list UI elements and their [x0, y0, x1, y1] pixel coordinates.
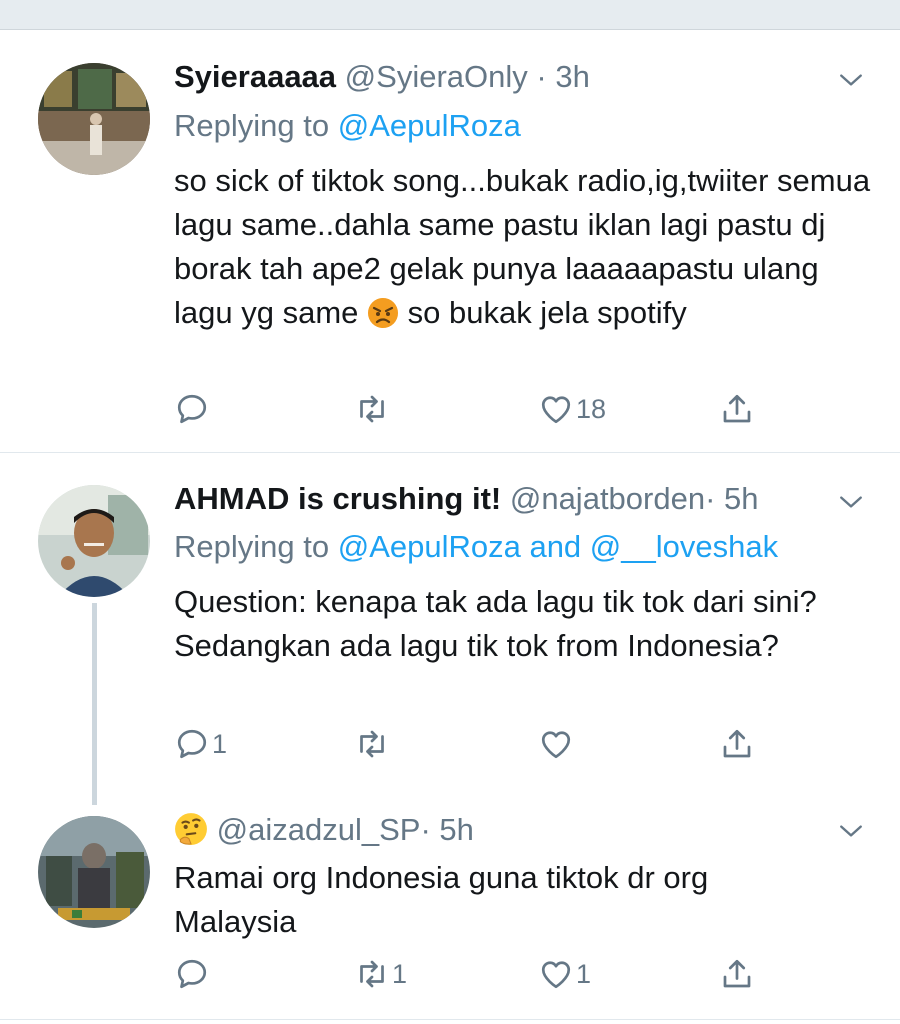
- tweet-text-part: so bukak jela spotify: [399, 295, 687, 330]
- chevron-down-icon[interactable]: [838, 67, 864, 93]
- reply-icon: [177, 959, 207, 989]
- replying-to-mentions[interactable]: @AepulRoza and @__loveshak: [338, 529, 778, 564]
- replying-to-mentions[interactable]: @AepulRoza: [338, 108, 521, 143]
- retweet-button[interactable]: 1: [354, 954, 407, 994]
- reply-icon: [177, 729, 207, 759]
- chevron-down-icon[interactable]: [838, 818, 864, 844]
- angry-face-icon: [367, 297, 399, 341]
- reply-button[interactable]: [174, 954, 212, 994]
- display-name[interactable]: AHMAD is crushing it!: [174, 481, 501, 516]
- share-button[interactable]: [719, 389, 755, 429]
- user-handle[interactable]: @aizadzul_SP: [217, 812, 421, 847]
- timestamp[interactable]: 5h: [724, 481, 758, 516]
- tweet-text: Ramai org Indonesia guna tiktok dr org M…: [174, 860, 709, 939]
- like-count: 18: [576, 393, 607, 424]
- like-count: 1: [576, 958, 592, 989]
- tweet[interactable]: Syieraaaaa @SyieraOnly · 3h Replying to …: [0, 31, 900, 453]
- separator-dot: ·: [536, 59, 547, 94]
- replying-to-label: Replying to: [174, 108, 338, 143]
- reply-count: 1: [212, 728, 228, 759]
- tweet-actions: 1: [174, 724, 794, 764]
- like-button[interactable]: [538, 724, 576, 764]
- share-button[interactable]: [719, 724, 755, 764]
- retweet-icon: [360, 730, 384, 758]
- share-button[interactable]: [719, 954, 755, 994]
- replying-to-label: Replying to: [174, 529, 338, 564]
- heart-icon: [541, 961, 571, 989]
- avatar[interactable]: [38, 485, 150, 597]
- tweet-text: so sick of tiktok song...bukak radio,ig,…: [174, 159, 874, 341]
- share-icon: [723, 959, 751, 988]
- share-icon: [723, 394, 751, 423]
- user-handle[interactable]: @najatborden: [510, 481, 705, 516]
- tweet-header: @aizadzul_SP· 5h: [174, 812, 474, 854]
- separator-dot: ·: [420, 812, 431, 847]
- retweet-icon: [360, 960, 384, 988]
- retweet-count: 1: [392, 958, 408, 989]
- replying-to: Replying to @AepulRoza: [174, 108, 521, 144]
- avatar[interactable]: [38, 63, 150, 175]
- top-separator: [0, 0, 900, 30]
- share-icon: [723, 729, 751, 758]
- reply-icon: [177, 394, 207, 424]
- timestamp[interactable]: 5h: [439, 812, 473, 847]
- display-name[interactable]: Syieraaaaa: [174, 59, 336, 94]
- heart-icon: [541, 396, 571, 424]
- reply-button[interactable]: [174, 389, 212, 429]
- tweet-header: Syieraaaaa @SyieraOnly · 3h: [174, 59, 590, 95]
- tweet-header: AHMAD is crushing it! @najatborden· 5h: [174, 481, 759, 517]
- heart-icon: [541, 731, 571, 759]
- tweet-actions: 1 1: [174, 954, 794, 994]
- tweet[interactable]: AHMAD is crushing it! @najatborden· 5h R…: [0, 453, 900, 805]
- separator-dot: ·: [705, 481, 716, 516]
- tweet-actions: 18: [174, 389, 794, 429]
- like-button[interactable]: 18: [538, 389, 606, 429]
- retweet-icon: [360, 395, 384, 423]
- thread-line: [92, 603, 97, 805]
- thinking-face-icon: [174, 812, 208, 854]
- replying-to: Replying to @AepulRoza and @__loveshak: [174, 529, 778, 565]
- tweet-text: Question: kenapa tak ada lagu tik tok da…: [174, 584, 817, 663]
- user-handle[interactable]: @SyieraOnly: [345, 59, 528, 94]
- like-button[interactable]: 1: [538, 954, 591, 994]
- timestamp[interactable]: 3h: [555, 59, 589, 94]
- retweet-button[interactable]: [354, 724, 392, 764]
- tweet[interactable]: @aizadzul_SP· 5h Ramai org Indonesia gun…: [0, 794, 900, 1020]
- avatar[interactable]: [38, 816, 150, 928]
- chevron-down-icon[interactable]: [838, 489, 864, 515]
- reply-button[interactable]: 1: [174, 724, 227, 764]
- retweet-button[interactable]: [354, 389, 392, 429]
